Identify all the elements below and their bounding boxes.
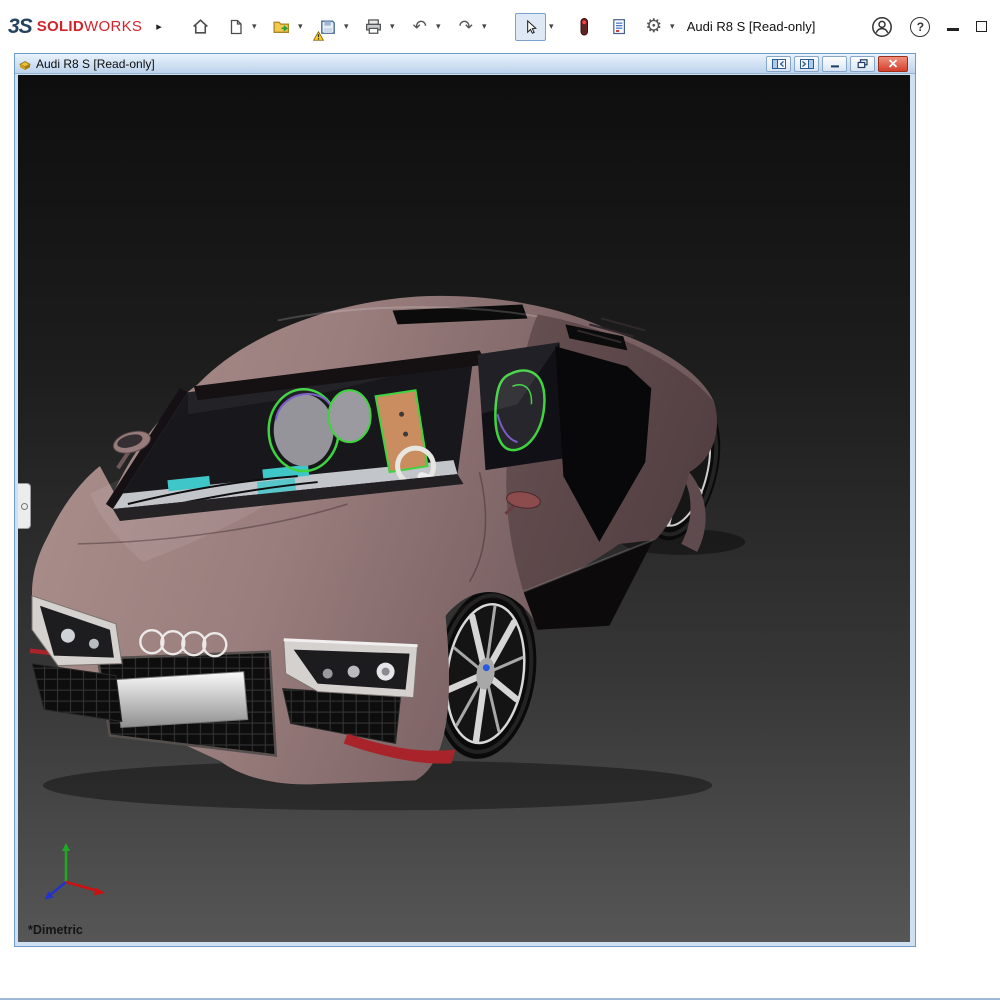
open-icon	[272, 17, 291, 36]
maximize-button[interactable]	[976, 21, 987, 32]
minimize-button[interactable]	[947, 22, 959, 31]
undo-dropdown-arrow[interactable]: ▾	[433, 16, 444, 38]
brand-expand-chevron-icon[interactable]: ▸	[156, 20, 162, 33]
document-window: Audi R8 S [Read-only]	[14, 53, 916, 947]
print-button[interactable]	[361, 14, 387, 40]
new-document-icon	[227, 18, 245, 36]
account-button[interactable]	[871, 16, 893, 38]
print-dropdown-arrow[interactable]: ▾	[387, 16, 398, 38]
dassault-3ds-logo-mark: 3S	[8, 15, 32, 39]
main-toolbar: ▾ ▾ ▾ ▾ ↶	[188, 13, 687, 41]
minimize-icon	[830, 59, 840, 68]
pane-collapse-right-icon	[800, 59, 814, 69]
audi-r8-model	[18, 75, 910, 942]
pane-collapse-right-button[interactable]	[794, 56, 819, 72]
document-window-controls	[766, 56, 912, 72]
doc-minimize-button[interactable]	[822, 56, 847, 72]
print-icon	[364, 17, 383, 36]
panel-tab-icon	[21, 503, 28, 510]
pane-collapse-left-icon	[772, 59, 786, 69]
save-warning-icon	[313, 31, 324, 41]
car-license-plate	[116, 672, 248, 728]
redo-button[interactable]: ↷	[453, 14, 479, 40]
triad-z-axis	[50, 882, 66, 895]
home-button[interactable]	[188, 14, 214, 40]
undo-button[interactable]: ↶	[407, 14, 433, 40]
status-light-button[interactable]	[571, 14, 597, 40]
restore-icon	[857, 59, 869, 69]
document-titlebar: Audi R8 S [Read-only]	[15, 54, 915, 74]
app-titlebar: 3S SOLIDWORKS ▸ ▾ ▾	[0, 0, 1000, 53]
save-dropdown-arrow[interactable]: ▾	[341, 16, 352, 38]
close-icon	[888, 59, 898, 68]
view-orientation-label: *Dimetric	[28, 923, 83, 937]
save-button[interactable]	[315, 14, 341, 40]
design-report-icon	[610, 17, 628, 36]
pane-collapse-left-button[interactable]	[766, 56, 791, 72]
maximize-icon	[976, 21, 987, 32]
solidworks-app-window: 3S SOLIDWORKS ▸ ▾ ▾	[0, 0, 1000, 1000]
car-front-grille	[98, 652, 276, 756]
viewport-3d[interactable]: *Dimetric	[18, 75, 910, 942]
app-title: Audi R8 S [Read-only]	[687, 19, 816, 34]
document-title: Audi R8 S [Read-only]	[36, 57, 155, 71]
select-cursor-button[interactable]	[515, 13, 546, 41]
select-cursor-dropdown-arrow[interactable]: ▾	[546, 16, 557, 38]
triad-x-axis	[66, 882, 98, 891]
design-report-button[interactable]	[606, 14, 632, 40]
collapsed-panel-tab[interactable]	[18, 483, 31, 529]
app-window-controls: ?	[871, 16, 1000, 38]
account-icon	[871, 16, 893, 38]
help-icon: ?	[917, 21, 924, 33]
new-document-button[interactable]	[223, 14, 249, 40]
help-button[interactable]: ?	[910, 17, 930, 37]
solidworks-logo: 3S SOLIDWORKS ▸	[8, 15, 162, 39]
new-document-dropdown-arrow[interactable]: ▾	[249, 16, 260, 38]
settings-dropdown-arrow[interactable]: ▾	[667, 16, 678, 38]
solidworks-wordmark: SOLIDWORKS	[37, 18, 143, 35]
settings-gear-button[interactable]: ⚙	[641, 14, 667, 40]
doc-restore-button[interactable]	[850, 56, 875, 72]
orientation-triad	[34, 838, 108, 902]
open-button[interactable]	[269, 14, 295, 40]
part-document-icon	[18, 57, 32, 71]
select-cursor-icon	[522, 18, 539, 36]
home-icon	[191, 17, 210, 36]
open-dropdown-arrow[interactable]: ▾	[295, 16, 306, 38]
status-light-icon	[575, 17, 593, 37]
redo-dropdown-arrow[interactable]: ▾	[479, 16, 490, 38]
minimize-icon	[947, 28, 959, 31]
doc-close-button[interactable]	[878, 56, 908, 72]
